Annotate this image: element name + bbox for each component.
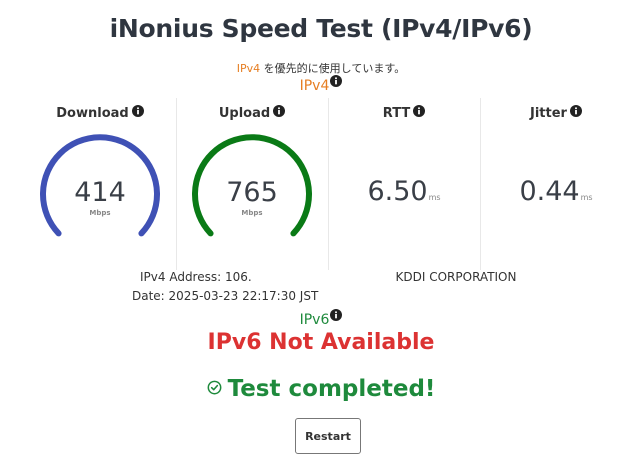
upload-unit: Mbps — [241, 209, 263, 217]
upload-header: Upload — [176, 104, 328, 121]
preferred-version: IPv4 — [236, 62, 261, 75]
ipv4-section-header: IPv4 — [0, 75, 642, 94]
jitter-readout: 0.44ms — [480, 176, 632, 207]
preference-note: IPv4 を優先的に使用しています。 — [0, 60, 642, 76]
jitter-unit: ms — [580, 193, 593, 202]
ipv6-status: IPv6 Not Available — [207, 330, 435, 355]
jitter-label: Jitter — [530, 106, 567, 121]
download-header: Download — [24, 104, 176, 121]
ipv6-section-label: IPv6 — [299, 312, 330, 328]
ipv4-metrics: Download 414 Mbps Upload 765 Mbps RTT 6.… — [24, 98, 632, 270]
download-unit: Mbps — [89, 209, 111, 217]
upload-label: Upload — [218, 106, 271, 121]
info-icon[interactable] — [131, 104, 144, 121]
rtt-value: 6.50 — [367, 176, 428, 207]
info-icon[interactable] — [413, 104, 426, 121]
info-icon[interactable] — [330, 75, 343, 91]
rtt-header: RTT — [328, 104, 480, 121]
test-status-text: Test completed! — [227, 376, 436, 402]
rtt-readout: 6.50ms — [328, 176, 480, 207]
rtt-unit: ms — [428, 193, 441, 202]
jitter-metric: Jitter 0.44ms — [480, 98, 632, 270]
upload-value: 765 — [226, 177, 278, 208]
restart-button[interactable]: Restart — [295, 418, 361, 454]
test-date: Date: 2025-03-23 22:17:30 JST — [132, 289, 319, 303]
isp-name: KDDI CORPORATION — [395, 270, 517, 284]
test-status: Test completed! — [0, 376, 642, 402]
jitter-header: Jitter — [480, 104, 632, 121]
upload-metric: Upload 765 Mbps — [176, 98, 329, 270]
check-circle-icon — [207, 375, 222, 401]
rtt-metric: RTT 6.50ms — [328, 98, 481, 270]
info-icon[interactable] — [330, 309, 343, 325]
jitter-value: 0.44 — [519, 176, 580, 207]
rtt-label: RTT — [382, 106, 411, 121]
info-icon[interactable] — [273, 104, 286, 121]
download-value: 414 — [74, 177, 126, 208]
preference-text: を優先的に使用しています。 — [260, 62, 406, 75]
info-icon[interactable] — [569, 104, 582, 121]
page-title: iNonius Speed Test (IPv4/IPv6) — [109, 14, 533, 43]
download-metric: Download 414 Mbps — [24, 98, 177, 270]
ipv6-section-header: IPv6 — [0, 309, 642, 328]
ipv4-section-label: IPv4 — [299, 78, 330, 94]
download-label: Download — [56, 106, 129, 121]
